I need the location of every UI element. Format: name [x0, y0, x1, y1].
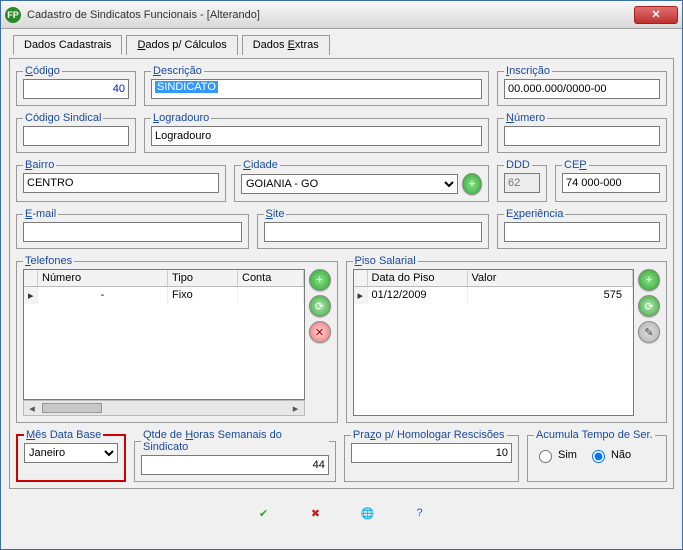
numero-input[interactable]: [504, 126, 660, 146]
cidade-select[interactable]: GOIANIA - GO: [241, 174, 458, 194]
scroll-thumb[interactable]: [42, 403, 102, 413]
qtde-horas-input[interactable]: [141, 455, 329, 475]
group-site: Site: [257, 208, 490, 249]
app-window: FP Cadastro de Sindicatos Funcionais - […: [0, 0, 683, 550]
toolbar-bottom: ✔ ✖ 🌐 ?: [9, 498, 674, 528]
site-input[interactable]: [264, 222, 483, 242]
group-numero: Número: [497, 112, 667, 153]
group-logradouro: Logradouro: [144, 112, 489, 153]
telefone-refresh-button[interactable]: ⟳: [309, 295, 331, 317]
window-title: Cadastro de Sindicatos Funcionais - [Alt…: [27, 9, 260, 21]
group-bairro: Bairro: [16, 159, 226, 202]
tab-dados-cadastrais[interactable]: Dados Cadastrais: [13, 35, 122, 55]
piso-grid[interactable]: Data do Piso Valor ▸ 01/12/2009 575: [353, 269, 635, 416]
help-button[interactable]: ?: [403, 498, 437, 528]
panel: Código Descrição SINDICATO Inscrição Cód…: [9, 58, 674, 489]
group-ddd: DDD: [497, 159, 547, 202]
telefone-delete-button[interactable]: ✕: [309, 321, 331, 343]
cep-input[interactable]: [562, 173, 660, 193]
check-icon: ✔: [259, 507, 268, 520]
acumula-sim-radio[interactable]: Sim: [534, 447, 577, 463]
content: Dados Cadastrais Dados p/ Cálculos Dados…: [1, 29, 682, 534]
group-cidade: Cidade GOIANIA - GO +: [234, 159, 489, 202]
plus-icon: +: [646, 274, 652, 286]
h-scrollbar[interactable]: ◂ ▸: [23, 400, 305, 416]
close-icon: ✕: [651, 8, 660, 21]
close-button[interactable]: ✕: [634, 6, 678, 24]
reload-icon: ⟳: [315, 300, 324, 313]
globe-icon: 🌐: [361, 507, 375, 520]
group-prazo: Prazo p/ Homologar Rescisões: [344, 429, 519, 482]
group-telefones: Telefones Número Tipo Conta ▸: [16, 255, 338, 423]
inscricao-input[interactable]: [504, 79, 660, 99]
reload-icon: ⟳: [644, 300, 653, 313]
search-button[interactable]: 🌐: [351, 498, 385, 528]
group-mes-data-base: Mês Data Base Janeiro: [16, 429, 126, 482]
telefones-grid[interactable]: Número Tipo Conta ▸ - Fixo: [23, 269, 305, 400]
group-email: E-mail: [16, 208, 249, 249]
scroll-right-icon[interactable]: ▸: [288, 402, 304, 415]
titlebar: FP Cadastro de Sindicatos Funcionais - […: [1, 1, 682, 29]
group-codigo-sindical: Código Sindical: [16, 112, 136, 153]
piso-edit-button[interactable]: ✎: [638, 321, 660, 343]
group-qtde-horas: Qtde de Horas Semanais do Sindicato: [134, 429, 336, 482]
table-row[interactable]: ▸ 01/12/2009 575: [354, 287, 634, 304]
app-icon: FP: [5, 7, 21, 23]
codigo-input[interactable]: [23, 79, 129, 99]
plus-icon: +: [469, 178, 475, 190]
descricao-input[interactable]: SINDICATO: [151, 79, 482, 99]
ddd-input: [504, 173, 540, 193]
logradouro-input[interactable]: [151, 126, 482, 146]
mes-data-base-select[interactable]: Janeiro: [24, 443, 118, 463]
bairro-input[interactable]: [23, 173, 219, 193]
add-cidade-button[interactable]: +: [462, 173, 482, 195]
tab-dados-extras[interactable]: Dados Extras: [242, 35, 330, 55]
help-icon: ?: [416, 507, 422, 519]
group-experiencia: Experiência: [497, 208, 667, 249]
experiencia-input[interactable]: [504, 222, 660, 242]
piso-refresh-button[interactable]: ⟳: [638, 295, 660, 317]
group-inscricao: Inscrição: [497, 65, 667, 106]
delete-icon: ✕: [315, 326, 324, 339]
tabstrip: Dados Cadastrais Dados p/ Cálculos Dados…: [13, 35, 674, 55]
piso-add-button[interactable]: +: [638, 269, 660, 291]
grid-header: Número Tipo Conta: [24, 270, 304, 287]
group-codigo: Código: [16, 65, 136, 106]
codigo-sindical-input[interactable]: [23, 126, 129, 146]
plus-icon: +: [316, 274, 322, 286]
group-piso: Piso Salarial Data do Piso Valor ▸ 01/12…: [346, 255, 668, 423]
grid-header: Data do Piso Valor: [354, 270, 634, 287]
group-acumula: Acumula Tempo de Ser. Sim Não: [527, 429, 667, 482]
telefones-actions: + ⟳ ✕: [309, 269, 331, 416]
group-cep: CEP: [555, 159, 667, 202]
edit-icon: ✎: [644, 326, 653, 339]
prazo-input[interactable]: [351, 443, 512, 463]
piso-actions: + ⟳ ✎: [638, 269, 660, 416]
telefone-add-button[interactable]: +: [309, 269, 331, 291]
table-row[interactable]: ▸ - Fixo: [24, 287, 304, 304]
tab-dados-calculos[interactable]: Dados p/ Cálculos: [126, 35, 237, 55]
group-descricao: Descrição SINDICATO: [144, 65, 489, 106]
cancel-button[interactable]: ✖: [299, 498, 333, 528]
acumula-nao-radio[interactable]: Não: [587, 447, 631, 463]
confirm-button[interactable]: ✔: [247, 498, 281, 528]
scroll-left-icon[interactable]: ◂: [24, 402, 40, 415]
x-icon: ✖: [311, 507, 320, 520]
email-input[interactable]: [23, 222, 242, 242]
